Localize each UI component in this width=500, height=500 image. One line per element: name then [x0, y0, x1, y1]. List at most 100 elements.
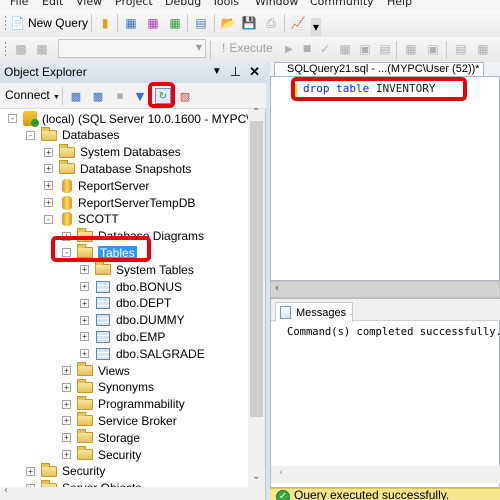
mdx-query-button[interactable]: ▦ — [122, 14, 140, 32]
sql-editor[interactable]: drop table INVENTORY — [270, 76, 500, 281]
expand-icon[interactable]: + — [62, 433, 71, 443]
print-button[interactable]: ⎙ — [262, 14, 280, 32]
query-tab[interactable]: SQLQuery21.sql - ...(MYPC\User (52))* — [274, 62, 484, 76]
menu-project[interactable]: Project — [115, 0, 153, 8]
results-to-grid-button[interactable]: ▦ — [474, 40, 492, 58]
collapse-icon[interactable]: - — [26, 130, 35, 140]
expand-icon[interactable]: + — [44, 164, 53, 174]
tree-node[interactable]: + dbo.SALGRADE — [80, 345, 205, 362]
new-query-button[interactable]: 📄 New Query — [10, 13, 88, 33]
expand-icon[interactable]: + — [26, 466, 35, 476]
cancel-query-button[interactable]: ■ — [298, 40, 316, 58]
query-designer-button[interactable]: ▣ — [356, 40, 374, 58]
xmla-query-button[interactable]: ▦ — [166, 14, 184, 32]
connect-object-explorer-button[interactable]: ▩ — [68, 88, 84, 104]
execute-button[interactable]: ! Execute — [222, 41, 273, 55]
disconnect-button[interactable]: ▩ — [90, 88, 106, 104]
tree-node[interactable]: + Service Broker — [62, 412, 177, 429]
connect-button[interactable]: ▩ — [12, 40, 30, 58]
save-button[interactable]: 💾 — [240, 14, 258, 32]
close-icon[interactable]: ✕ — [249, 64, 260, 80]
tree-node[interactable]: + Programmability — [62, 395, 185, 413]
expand-icon[interactable]: + — [44, 147, 53, 157]
collapse-icon[interactable]: - — [8, 114, 17, 123]
expand-icon[interactable]: + — [44, 181, 53, 191]
menu-window[interactable]: Window — [255, 0, 298, 8]
database-icon — [62, 212, 72, 227]
sql-ce-query-button[interactable]: ▤ — [192, 14, 210, 32]
tree-node[interactable]: + dbo.DEPT — [80, 295, 171, 312]
toolbar-grip[interactable] — [4, 15, 7, 31]
scroll-left-icon[interactable]: ‹ — [279, 467, 283, 478]
stop-button[interactable]: ■ — [112, 88, 128, 104]
expand-icon[interactable]: + — [80, 349, 89, 359]
editor-horizontal-scrollbar[interactable]: ‹ — [270, 281, 500, 298]
activity-monitor-button[interactable]: 📈 — [289, 14, 307, 32]
query-editor-area: SQLQuery21.sql - ...(MYPC\User (52))* dr… — [270, 62, 500, 500]
dmx-query-button[interactable]: ▦ — [144, 14, 162, 32]
tree-horizontal-scrollbar[interactable]: ‹ — [0, 485, 265, 500]
tree-node[interactable]: + Security — [26, 462, 105, 480]
tree-node[interactable]: + ReportServer — [44, 177, 149, 194]
menu-help[interactable]: Help — [387, 0, 412, 8]
client-statistics-button[interactable]: ▣ — [424, 40, 442, 58]
menu-file[interactable]: File — [10, 0, 28, 8]
tree-node[interactable]: - (local) (SQL Server 10.0.1600 - MYPC\Us… — [8, 110, 248, 127]
toolbar-grip[interactable] — [4, 41, 7, 57]
menu-debug[interactable]: Debug — [165, 0, 201, 8]
expand-icon[interactable]: + — [80, 265, 89, 275]
expand-icon[interactable]: + — [80, 332, 89, 342]
stop-filter-button[interactable]: ▧ — [177, 88, 193, 104]
new-database-query-button[interactable]: ▮ — [96, 14, 114, 32]
tree-node[interactable]: + ReportServerTempDB — [44, 194, 195, 211]
open-file-button[interactable]: 📂 — [219, 14, 237, 32]
menu-tools[interactable]: Tools — [212, 0, 239, 8]
tree-vertical-scrollbar[interactable]: ⌃ ⌄ — [248, 107, 265, 487]
tree-node[interactable]: + System Databases — [44, 143, 181, 161]
expand-icon[interactable]: + — [80, 282, 89, 291]
scroll-left-icon[interactable]: ‹ — [275, 283, 279, 294]
results-to-text-button[interactable]: ▤ — [452, 40, 470, 58]
collapse-icon[interactable]: - — [44, 214, 53, 224]
menu-view[interactable]: View — [76, 0, 102, 8]
pin-icon[interactable]: ⊥ — [230, 64, 241, 80]
tree-node[interactable]: + System Tables — [80, 261, 194, 278]
expand-icon[interactable]: + — [62, 450, 71, 459]
toolbar-overflow-button[interactable]: ▼ — [311, 18, 321, 36]
results-horizontal-scrollbar[interactable]: ‹ — [271, 466, 500, 483]
tree-node[interactable]: + dbo.EMP — [80, 328, 165, 345]
expand-icon[interactable]: + — [80, 315, 89, 325]
tree-node[interactable]: + Views — [62, 362, 130, 379]
expand-icon[interactable]: + — [80, 298, 89, 308]
menu-community[interactable]: Community — [310, 0, 374, 8]
expand-icon[interactable]: + — [62, 366, 71, 375]
scroll-left-icon[interactable]: ‹ — [4, 485, 8, 496]
tree-node[interactable]: + Security — [62, 446, 141, 463]
tree-node[interactable]: - Databases — [26, 126, 119, 144]
tree-node[interactable]: + Synonyms — [62, 378, 154, 396]
tree-node[interactable]: - SCOTT — [44, 211, 119, 228]
expand-icon[interactable]: + — [62, 416, 71, 426]
expand-icon[interactable]: + — [44, 198, 53, 207]
tree-node[interactable]: + Database Snapshots — [44, 160, 191, 177]
dropdown-arrow-icon[interactable]: ▼ — [212, 66, 222, 80]
messages-tab[interactable]: Messages — [275, 302, 353, 322]
connect-dropdown-button[interactable]: Connect ▼ — [5, 88, 60, 102]
filter-button[interactable]: ▼ — [132, 88, 148, 104]
expand-icon[interactable]: + — [62, 399, 71, 409]
menu-edit[interactable]: Edit — [42, 0, 63, 8]
scroll-up-icon[interactable]: ⌃ — [252, 107, 260, 118]
available-databases-dropdown[interactable]: ▼ — [58, 39, 206, 58]
parse-button[interactable]: ✓ — [316, 40, 334, 58]
scroll-down-icon[interactable]: ⌄ — [252, 471, 260, 482]
tree-node[interactable]: + dbo.BONUS — [80, 278, 182, 295]
include-actual-plan-button[interactable]: ▦ — [402, 40, 420, 58]
specify-values-button[interactable]: ▤ — [376, 40, 394, 58]
scrollbar-thumb[interactable] — [250, 121, 263, 417]
disconnect-button[interactable]: ▩ — [33, 40, 51, 58]
debug-button[interactable]: ▶ — [280, 40, 298, 58]
estimated-plan-button[interactable]: ▦ — [336, 40, 354, 58]
tree-node[interactable]: + Storage — [62, 429, 140, 446]
expand-icon[interactable]: + — [62, 382, 71, 392]
tree-node[interactable]: + dbo.DUMMY — [80, 312, 185, 329]
